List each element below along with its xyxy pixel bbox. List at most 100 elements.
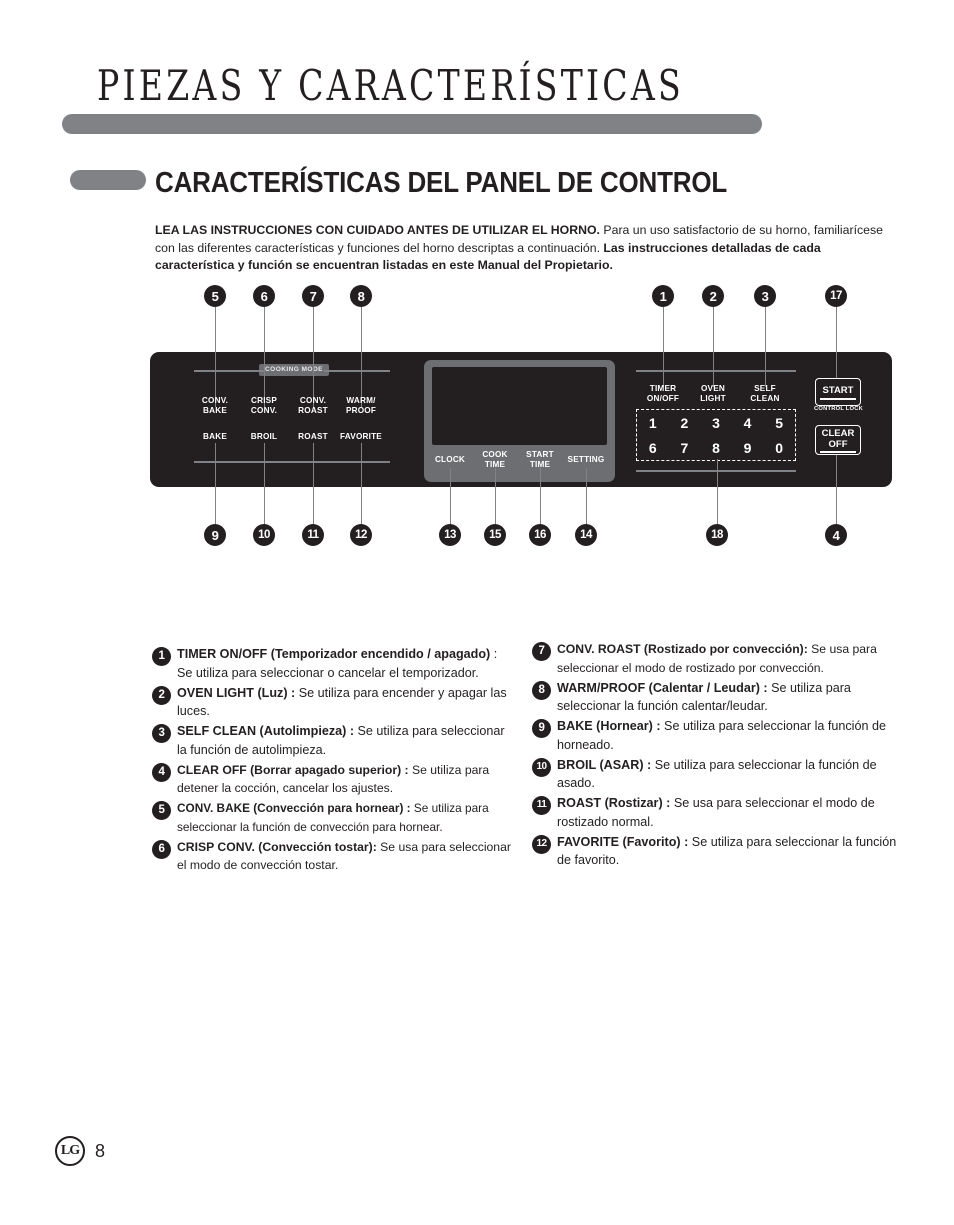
- numeric-keypad[interactable]: 1 2 3 4 5 6 7 8 9 0: [636, 409, 796, 461]
- leader-line-7: [312, 307, 315, 407]
- control-panel-diagram: COOKING MODE 5 CONV. BAKE 6 CRISP CONV. …: [0, 0, 954, 560]
- leader-line-12: [360, 443, 363, 525]
- legend-item: 5 CONV. BAKE (Convección para hornear) :…: [152, 799, 514, 836]
- panel-button-clear-off[interactable]: CLEAR OFF: [815, 425, 861, 455]
- legend-text: BAKE (Hornear) : Se utiliza para selecci…: [557, 719, 886, 752]
- leader-line-15: [494, 468, 497, 525]
- legend-item: 4 CLEAR OFF (Borrar apagado superior) : …: [152, 761, 514, 798]
- legend-item: 6 CRISP CONV. (Convección tostar): Se us…: [152, 838, 514, 875]
- legend-number: 7: [532, 642, 551, 661]
- leader-line-16: [539, 468, 542, 525]
- keypad-row-1: 1 2 3 4 5: [637, 410, 795, 435]
- legend-number: 9: [532, 719, 551, 738]
- leader-line-9: [214, 443, 217, 525]
- leader-line-8: [360, 307, 363, 407]
- keypad-key-8[interactable]: 8: [706, 440, 726, 456]
- legend-text: CONV. ROAST (Rostizado por convección): …: [557, 642, 877, 675]
- clear-off-label-line2: OFF: [828, 438, 848, 450]
- callout-18: 18: [706, 524, 728, 546]
- callout-10: 10: [253, 524, 275, 546]
- legend-text: OVEN LIGHT (Luz) : Se utiliza para encen…: [177, 686, 507, 719]
- start-button-underline: [820, 397, 856, 400]
- legend-term: CONV. ROAST (Rostizado por convección):: [557, 642, 808, 656]
- legend-number: 11: [532, 796, 551, 815]
- callout-17: 17: [825, 285, 847, 307]
- callout-9: 9: [204, 524, 226, 546]
- legend-column-right: 7 CONV. ROAST (Rostizado por convección)…: [532, 640, 900, 871]
- mode-group-top-rule-right: [324, 370, 390, 372]
- panel-button-start-time[interactable]: START TIME: [515, 450, 565, 470]
- page-number: 8: [95, 1140, 106, 1161]
- callout-13: 13: [439, 524, 461, 546]
- callout-12: 12: [350, 524, 372, 546]
- legend-item: 1 TIMER ON/OFF (Temporizador encendido /…: [152, 645, 514, 682]
- legend-term: CLEAR OFF (Borrar apagado superior) :: [177, 762, 409, 777]
- display-screen: [432, 367, 607, 445]
- keypad-row-2: 6 7 8 9 0: [637, 435, 795, 460]
- legend-item: 3 SELF CLEAN (Autolimpieza) : Se utiliza…: [152, 722, 514, 759]
- callout-7: 7: [302, 285, 324, 307]
- callout-3: 3: [754, 285, 776, 307]
- leader-line-17: [835, 307, 838, 379]
- panel-button-oven-light[interactable]: OVEN LIGHT: [683, 384, 743, 404]
- legend-item: 2 OVEN LIGHT (Luz) : Se utiliza para enc…: [152, 684, 514, 721]
- leader-line-10: [263, 443, 266, 525]
- panel-button-favorite[interactable]: FAVORITE: [331, 432, 391, 442]
- keypad-key-0[interactable]: 0: [769, 440, 789, 456]
- keypad-key-4[interactable]: 4: [738, 415, 758, 431]
- keypad-key-7[interactable]: 7: [674, 440, 694, 456]
- legend-item: 10 BROIL (ASAR) : Se utiliza para selecc…: [532, 756, 900, 793]
- leader-line-5: [214, 307, 217, 407]
- legend-number: 4: [152, 762, 171, 782]
- leader-line-4: [835, 455, 838, 525]
- clear-off-label-line1: CLEAR: [821, 427, 855, 439]
- leader-line-13: [449, 468, 452, 525]
- legend-item: 9 BAKE (Hornear) : Se utiliza para selec…: [532, 717, 900, 754]
- legend-item: 7 CONV. ROAST (Rostizado por convección)…: [532, 640, 900, 677]
- start-button-label: START: [822, 384, 854, 396]
- legend-item: 11 ROAST (Rostizar) : Se usa para selecc…: [532, 794, 900, 831]
- legend-column-left: 1 TIMER ON/OFF (Temporizador encendido /…: [152, 645, 514, 876]
- leader-line-1: [662, 307, 665, 387]
- function-group-top-rule: [636, 370, 796, 372]
- keypad-key-3[interactable]: 3: [706, 415, 726, 431]
- panel-button-clock[interactable]: CLOCK: [425, 455, 475, 465]
- keypad-key-9[interactable]: 9: [738, 440, 758, 456]
- legend-item: 12 FAVORITE (Favorito) : Se utiliza para…: [532, 833, 900, 870]
- legend-item: 8 WARM/PROOF (Calentar / Leudar) : Se ut…: [532, 679, 900, 716]
- panel-button-start[interactable]: START: [815, 378, 861, 406]
- callout-2: 2: [702, 285, 724, 307]
- keypad-key-5[interactable]: 5: [769, 415, 789, 431]
- legend-term: CONV. BAKE (Convección para hornear) :: [177, 801, 411, 815]
- keypad-key-6[interactable]: 6: [643, 440, 663, 456]
- callout-1: 1: [652, 285, 674, 307]
- legend-term: ROAST (Rostizar) :: [557, 796, 671, 810]
- legend-text: CRISP CONV. (Convección tostar): Se usa …: [177, 840, 511, 873]
- legend-term: BAKE (Hornear) :: [557, 719, 661, 733]
- legend-term: OVEN LIGHT (Luz) :: [177, 685, 296, 700]
- callout-4: 4: [825, 524, 847, 546]
- clear-off-underline: [820, 450, 856, 453]
- callout-5: 5: [204, 285, 226, 307]
- legend-text: CLEAR OFF (Borrar apagado superior) : Se…: [177, 763, 489, 796]
- leader-line-11: [312, 443, 315, 525]
- callout-14: 14: [575, 524, 597, 546]
- panel-button-setting[interactable]: SETTING: [561, 455, 611, 465]
- keypad-key-1[interactable]: 1: [643, 415, 663, 431]
- legend-number: 1: [152, 647, 171, 666]
- panel-button-warm-proof[interactable]: WARM/ PROOF: [331, 396, 391, 416]
- leader-line-2: [712, 307, 715, 387]
- mode-group-top-rule: [194, 370, 264, 372]
- leader-line-6: [263, 307, 266, 407]
- callout-15: 15: [484, 524, 506, 546]
- keypad-key-2[interactable]: 2: [674, 415, 694, 431]
- legend-term: WARM/PROOF (Calentar / Leudar) :: [557, 680, 768, 695]
- legend-term: SELF CLEAN (Autolimpieza) :: [177, 724, 355, 738]
- legend-number: 12: [532, 834, 551, 854]
- panel-button-self-clean[interactable]: SELF CLEAN: [735, 384, 795, 404]
- legend-number: 8: [532, 680, 551, 700]
- leader-line-3: [764, 307, 767, 387]
- callout-6: 6: [253, 285, 275, 307]
- panel-button-cook-time[interactable]: COOK TIME: [470, 450, 520, 470]
- leader-line-14: [585, 468, 588, 525]
